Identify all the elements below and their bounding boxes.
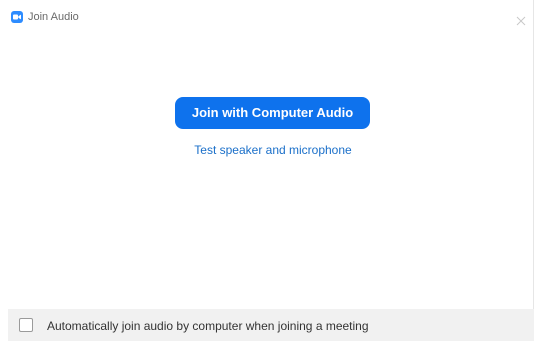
- zoom-camera-icon: [11, 11, 23, 23]
- auto-join-audio-checkbox[interactable]: [19, 318, 33, 332]
- footer-bar: Automatically join audio by computer whe…: [8, 309, 534, 341]
- auto-join-audio-label[interactable]: Automatically join audio by computer whe…: [47, 318, 369, 334]
- test-speaker-microphone-link[interactable]: Test speaker and microphone: [150, 142, 396, 158]
- join-audio-dialog: Join Audio Join with Computer Audio Test…: [0, 0, 534, 341]
- scrollbar[interactable]: [528, 30, 534, 309]
- window-title: Join Audio: [28, 11, 79, 23]
- title-bar[interactable]: Join Audio: [0, 0, 534, 30]
- close-icon[interactable]: [516, 13, 526, 26]
- join-with-computer-audio-button[interactable]: Join with Computer Audio: [175, 97, 370, 129]
